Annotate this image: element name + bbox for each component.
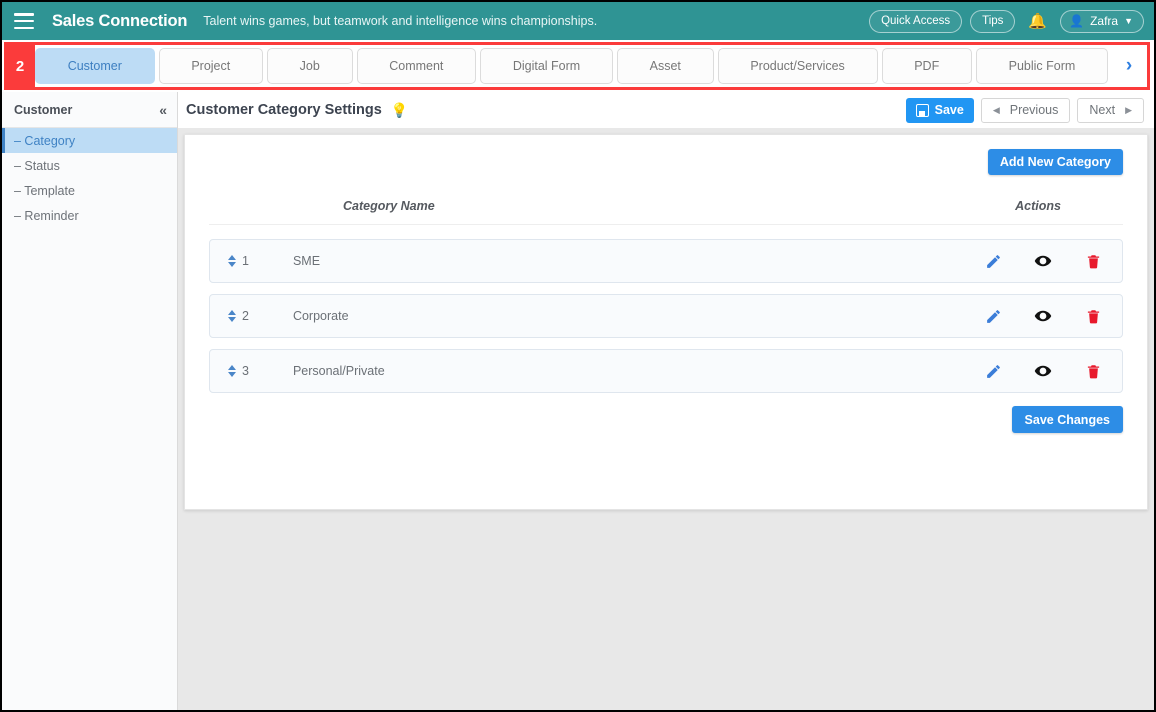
tab-project[interactable]: Project <box>158 48 263 84</box>
pencil-icon[interactable] <box>984 361 1002 381</box>
module-tab-bar: Customer Project Job Comment Digital For… <box>2 40 1154 92</box>
tips-button[interactable]: Tips <box>970 9 1016 33</box>
row-order-number: 2 <box>242 309 249 323</box>
table-row[interactable]: 3 Personal/Private <box>209 349 1123 393</box>
user-name-label: Zafra <box>1090 13 1119 28</box>
next-button-label: Next <box>1089 103 1116 117</box>
eye-icon[interactable] <box>1034 361 1052 381</box>
brand-title: Sales Connection <box>52 11 188 30</box>
tab-asset[interactable]: Asset <box>616 48 714 84</box>
page-title: Customer Category Settings <box>186 102 382 118</box>
sidebar-item-template[interactable]: – Template <box>2 178 177 203</box>
pencil-icon[interactable] <box>984 306 1002 326</box>
top-header-bar: Sales Connection Talent wins games, but … <box>2 2 1154 40</box>
drag-sort-handle-icon[interactable] <box>227 255 237 267</box>
save-changes-button[interactable]: Save Changes <box>1011 406 1123 433</box>
row-order-number: 1 <box>242 254 249 268</box>
hamburger-menu-icon[interactable] <box>14 13 34 29</box>
tabs-next-chevron-icon[interactable]: › <box>1112 48 1147 84</box>
floppy-disk-icon <box>915 103 929 117</box>
annotation-step-badge: 2 <box>5 43 35 89</box>
header-actions: Quick Access Tips 🔔 👤 Zafra ▼ <box>869 9 1144 33</box>
collapse-sidebar-icon[interactable]: « <box>159 102 167 118</box>
lightbulb-icon[interactable]: 💡 <box>391 103 408 117</box>
table-row[interactable]: 1 SME <box>209 239 1123 283</box>
trash-icon[interactable] <box>1084 306 1102 326</box>
eye-icon[interactable] <box>1034 306 1052 326</box>
row-category-name: Personal/Private <box>292 364 385 378</box>
tab-job[interactable]: Job <box>266 48 353 84</box>
pencil-icon[interactable] <box>984 251 1002 271</box>
tab-customer[interactable]: Customer <box>35 48 155 84</box>
eye-icon[interactable] <box>1034 251 1052 271</box>
column-header-actions: Actions <box>1015 199 1061 213</box>
header-tagline: Talent wins games, but teamwork and inte… <box>203 14 598 28</box>
user-menu[interactable]: 👤 Zafra ▼ <box>1060 9 1144 33</box>
sidebar: Customer « – Category – Status – Templat… <box>2 92 178 710</box>
trash-icon[interactable] <box>1084 361 1102 381</box>
row-category-name: SME <box>292 254 321 268</box>
previous-button-label: Previous <box>1009 103 1059 117</box>
tab-public-form[interactable]: Public Form <box>975 48 1109 84</box>
sidebar-item-category[interactable]: – Category <box>2 128 177 153</box>
table-header-row: Category Name Actions <box>209 199 1123 225</box>
row-category-name: Corporate <box>292 309 349 323</box>
tab-product-services[interactable]: Product/Services <box>717 48 878 84</box>
sidebar-header: Customer « <box>2 92 177 128</box>
row-action-group <box>984 251 1102 271</box>
triangle-left-icon: ◀ <box>992 104 1000 115</box>
save-button[interactable]: Save <box>905 97 974 123</box>
subheader-actions: Save ◀ Previous Next ▶ <box>905 97 1144 123</box>
previous-button[interactable]: ◀ Previous <box>980 97 1071 123</box>
tab-digital-form[interactable]: Digital Form <box>480 48 613 84</box>
drag-sort-handle-icon[interactable] <box>227 365 237 377</box>
column-header-category-name: Category Name <box>343 199 435 213</box>
category-settings-panel: Add New Category Category Name Actions 1… <box>184 134 1148 510</box>
sidebar-title: Customer <box>14 102 73 117</box>
app-window: Sales Connection Talent wins games, but … <box>0 0 1156 712</box>
triangle-right-icon: ▶ <box>1125 104 1132 115</box>
tab-pdf[interactable]: PDF <box>881 48 972 84</box>
row-action-group <box>984 306 1102 326</box>
tab-comment[interactable]: Comment <box>356 48 477 84</box>
category-list: 1 SME 2 Corporate 3 Personal/Private <box>209 239 1123 393</box>
page-subheader: Customer Category Settings 💡 Save ◀ Prev… <box>178 92 1154 128</box>
tab-list: Customer Project Job Comment Digital For… <box>35 45 1148 87</box>
sidebar-item-status[interactable]: – Status <box>2 153 177 178</box>
row-action-group <box>984 361 1102 381</box>
trash-icon[interactable] <box>1084 251 1102 271</box>
quick-access-button[interactable]: Quick Access <box>869 9 963 33</box>
add-new-category-button[interactable]: Add New Category <box>987 149 1123 175</box>
drag-sort-handle-icon[interactable] <box>227 310 237 322</box>
main-content-area: Add New Category Category Name Actions 1… <box>178 128 1154 710</box>
row-order-number: 3 <box>242 364 249 378</box>
avatar-icon: 👤 <box>1069 13 1085 28</box>
save-button-label: Save <box>934 103 964 117</box>
chevron-down-icon: ▼ <box>1124 15 1133 26</box>
panel-toolbar: Add New Category <box>209 149 1123 175</box>
panel-footer: Save Changes <box>209 406 1123 433</box>
next-button[interactable]: Next ▶ <box>1077 97 1144 123</box>
bell-icon[interactable]: 🔔 <box>1023 14 1052 29</box>
sidebar-item-reminder[interactable]: – Reminder <box>2 203 177 228</box>
table-row[interactable]: 2 Corporate <box>209 294 1123 338</box>
